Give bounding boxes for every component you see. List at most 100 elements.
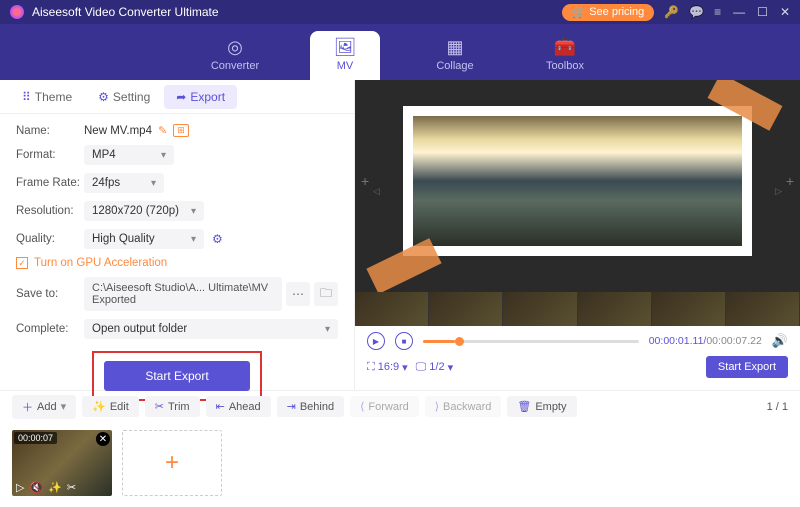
- backward-icon: ⟩: [435, 400, 439, 413]
- app-title: Aiseesoft Video Converter Ultimate: [32, 5, 562, 19]
- top-nav: ◎Converter 🖼MV ▦Collage 🧰Toolbox: [0, 24, 800, 80]
- page-indicator: 1 / 1: [767, 401, 788, 413]
- key-icon[interactable]: 🔑: [664, 5, 679, 19]
- timeline-thumb[interactable]: [503, 292, 577, 326]
- collage-icon: ▦: [420, 37, 490, 58]
- gpu-checkbox[interactable]: ✓Turn on GPU Acceleration: [16, 257, 338, 269]
- resolution-select[interactable]: 1280x720 (720p): [84, 201, 204, 221]
- photo-preview: [413, 116, 742, 246]
- export-icon: ➦: [176, 90, 186, 104]
- guide-plus-icon: +: [786, 173, 794, 189]
- add-clip-placeholder[interactable]: +: [122, 430, 222, 496]
- minimize-button[interactable]: —: [733, 5, 745, 19]
- timeline-thumb[interactable]: [355, 292, 429, 326]
- chat-icon[interactable]: 💬: [689, 5, 704, 19]
- name-value: New MV.mp4: [84, 125, 152, 137]
- maximize-button[interactable]: ☐: [757, 5, 768, 19]
- player-controls: ▶ ■ 00:00:01.11/00:00:07.22 🔊 ⛶16:9▾ 🖵1/…: [355, 326, 800, 390]
- trim-button[interactable]: ✂Trim: [145, 396, 200, 417]
- framerate-label: Frame Rate:: [16, 177, 84, 189]
- empty-button[interactable]: 🗑Empty: [507, 396, 576, 417]
- video-viewport: + + + + ◁ ▷: [355, 80, 800, 292]
- play-icon[interactable]: ▷: [16, 481, 24, 494]
- chevron-down-icon: ▾: [448, 361, 454, 374]
- stop-button[interactable]: ■: [395, 332, 413, 350]
- framerate-select[interactable]: 24fps: [84, 173, 164, 193]
- clip-thumbnail[interactable]: 00:00:07 ✕ ▷ 🔇 ✨ ✂: [12, 430, 112, 496]
- toolbox-icon: 🧰: [530, 37, 600, 58]
- guide-plus-icon: +: [361, 173, 369, 189]
- start-export-button-small[interactable]: Start Export: [706, 356, 788, 378]
- timeline-thumb[interactable]: [578, 292, 652, 326]
- preview-area: + + + + ◁ ▷ ▶ ■ 00:00:01.11/00:00:07.22 …: [355, 80, 800, 390]
- titlebar: Aiseesoft Video Converter Ultimate 🛒 See…: [0, 0, 800, 24]
- more-path-button[interactable]: ⋯: [286, 282, 310, 306]
- quality-label: Quality:: [16, 233, 84, 245]
- app-logo: [10, 5, 24, 19]
- subtab-setting[interactable]: ⚙Setting: [86, 85, 162, 109]
- chevron-down-icon: ▾: [402, 361, 408, 374]
- guide-triangle-icon: ▷: [775, 186, 782, 197]
- plus-icon: +: [165, 449, 179, 477]
- edit-button[interactable]: ✨Edit: [82, 396, 139, 417]
- aspect-ratio-button[interactable]: ⛶16:9▾: [367, 361, 408, 374]
- clip-duration: 00:00:07: [14, 432, 57, 444]
- screen-icon: 🖵: [416, 361, 427, 374]
- subtabs: ⠿Theme ⚙Setting ➦Export: [0, 80, 354, 114]
- name-label: Name:: [16, 125, 84, 137]
- converter-icon: ◎: [200, 37, 270, 58]
- export-panel: ⠿Theme ⚙Setting ➦Export Name: New MV.mp4…: [0, 80, 355, 390]
- browse-folder-button[interactable]: 🗀: [314, 282, 338, 306]
- clip-area: 00:00:07 ✕ ▷ 🔇 ✨ ✂ +: [0, 422, 800, 507]
- add-button[interactable]: ＋Add▾: [12, 395, 76, 419]
- mv-icon: 🖼: [310, 37, 380, 58]
- photo-frame: [403, 106, 752, 256]
- format-label: Format:: [16, 149, 84, 161]
- timeline-thumb[interactable]: [429, 292, 503, 326]
- theme-icon: ⠿: [22, 90, 31, 104]
- complete-select[interactable]: Open output folder: [84, 319, 338, 339]
- menu-icon[interactable]: ≡: [714, 5, 721, 19]
- ahead-button[interactable]: ⇤Ahead: [206, 396, 271, 417]
- format-select[interactable]: MP4: [84, 145, 174, 165]
- timeline-strip[interactable]: [355, 292, 800, 326]
- edit-icon[interactable]: ✨: [48, 481, 62, 494]
- behind-icon: ⇥: [287, 400, 296, 413]
- behind-button[interactable]: ⇥Behind: [277, 396, 344, 417]
- mute-icon[interactable]: 🔇: [29, 481, 43, 494]
- scissors-icon: ✂: [155, 400, 164, 413]
- play-button[interactable]: ▶: [367, 332, 385, 350]
- timeline-thumb[interactable]: [652, 292, 726, 326]
- start-export-highlight: Start Export: [92, 351, 262, 401]
- hd-badge: ⊞: [173, 124, 189, 137]
- chevron-down-icon: ▾: [61, 400, 67, 413]
- close-button[interactable]: ✕: [780, 5, 790, 19]
- tab-converter[interactable]: ◎Converter: [200, 31, 270, 80]
- edit-name-icon[interactable]: ✎: [158, 124, 167, 137]
- saveto-path: C:\Aiseesoft Studio\A... Ultimate\MV Exp…: [84, 277, 282, 311]
- trim-icon[interactable]: ✂: [67, 481, 76, 494]
- plus-icon: ＋: [22, 399, 33, 415]
- tab-toolbox[interactable]: 🧰Toolbox: [530, 31, 600, 80]
- check-icon: ✓: [16, 257, 28, 269]
- start-export-button[interactable]: Start Export: [104, 361, 250, 391]
- cart-icon: 🛒: [572, 6, 586, 19]
- saveto-label: Save to:: [16, 288, 84, 300]
- ahead-icon: ⇤: [216, 400, 225, 413]
- volume-icon[interactable]: 🔊: [772, 333, 788, 349]
- forward-button: ⟨Forward: [350, 396, 419, 417]
- complete-label: Complete:: [16, 323, 84, 335]
- quality-settings-icon[interactable]: ⚙: [212, 232, 223, 246]
- forward-icon: ⟨: [360, 400, 364, 413]
- subtab-theme[interactable]: ⠿Theme: [10, 85, 84, 109]
- tab-mv[interactable]: 🖼MV: [310, 31, 380, 80]
- tab-collage[interactable]: ▦Collage: [420, 31, 490, 80]
- quality-select[interactable]: High Quality: [84, 229, 204, 249]
- timeline-thumb[interactable]: [726, 292, 800, 326]
- seek-slider[interactable]: [423, 340, 639, 343]
- see-pricing-button[interactable]: 🛒 See pricing: [562, 4, 655, 21]
- remove-clip-button[interactable]: ✕: [96, 432, 110, 446]
- screen-page-button[interactable]: 🖵1/2▾: [416, 361, 453, 374]
- backward-button: ⟩Backward: [425, 396, 502, 417]
- subtab-export[interactable]: ➦Export: [164, 85, 237, 109]
